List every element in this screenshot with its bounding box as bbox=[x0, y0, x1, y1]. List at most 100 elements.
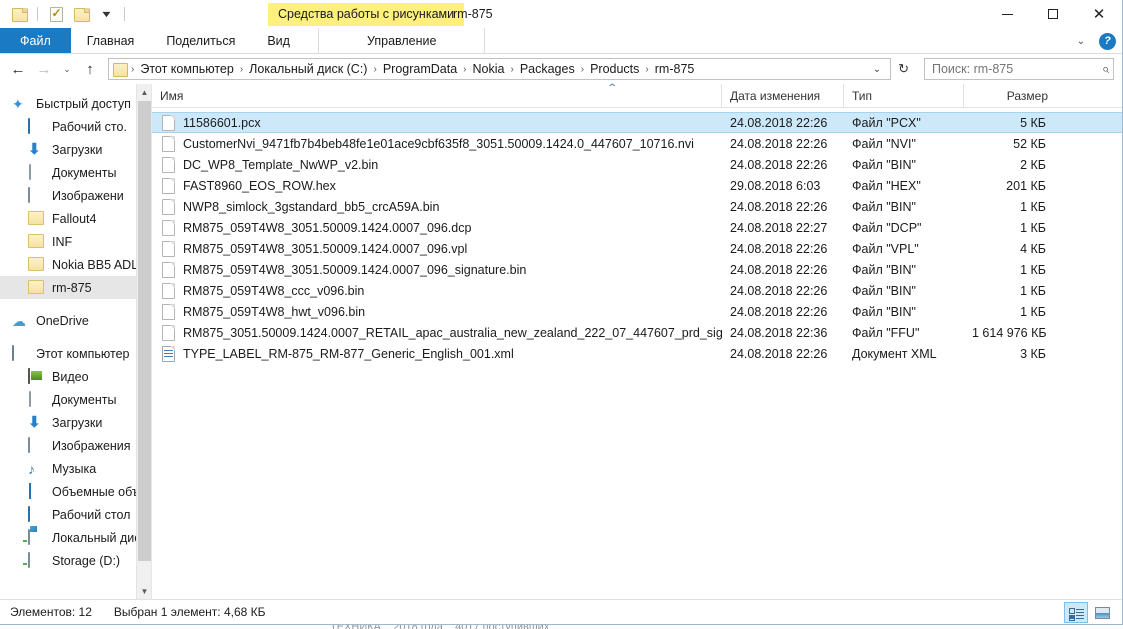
column-header-name[interactable]: Имя bbox=[152, 84, 722, 107]
qat-new-folder-button[interactable] bbox=[70, 3, 92, 25]
sidebar-item-15[interactable]: ♪ Музыка bbox=[0, 457, 151, 480]
sidebar-item-label: Быстрый доступ bbox=[36, 96, 131, 111]
sidebar-item-0[interactable]: ✦ Быстрый доступ bbox=[0, 92, 151, 115]
sidebar-item-12[interactable]: Документы bbox=[0, 388, 151, 411]
refresh-button[interactable]: ↻ bbox=[893, 61, 914, 77]
view-toggle-group bbox=[1064, 602, 1114, 623]
view-large-icons-button[interactable] bbox=[1090, 602, 1114, 623]
breadcrumb-item-0[interactable]: Этот компьютер bbox=[136, 61, 237, 77]
tab-view[interactable]: Вид bbox=[251, 28, 306, 53]
pictures-icon bbox=[28, 186, 45, 204]
column-header-size[interactable]: Размер bbox=[964, 84, 1056, 107]
scroll-up-icon[interactable]: ▲ bbox=[137, 84, 151, 100]
sidebar-item-10[interactable]: Этот компьютер bbox=[0, 342, 151, 365]
cell-size: 2 КБ bbox=[1020, 157, 1046, 172]
tab-file[interactable]: Файл bbox=[0, 28, 71, 53]
cell-type: Файл "HEX" bbox=[852, 178, 921, 193]
cell-size: 1 КБ bbox=[1020, 220, 1046, 235]
sidebar-item-9[interactable]: ☁ OneDrive bbox=[0, 309, 151, 332]
table-row[interactable]: RM875_059T4W8_3051.50009.1424.0007_096.v… bbox=[152, 238, 1122, 259]
sidebar-item-5[interactable]: Fallout4 bbox=[0, 207, 151, 230]
star-icon: ✦ bbox=[12, 95, 24, 112]
help-icon[interactable]: ? bbox=[1099, 32, 1116, 50]
document-icon bbox=[28, 163, 45, 181]
recent-locations-button[interactable]: ⌄ bbox=[58, 57, 76, 81]
sidebar-item-18[interactable]: Локальный дис bbox=[0, 526, 151, 549]
table-row[interactable]: RM875_059T4W8_3051.50009.1424.0007_096_s… bbox=[152, 259, 1122, 280]
file-name: RM875_059T4W8_ccc_v096.bin bbox=[183, 283, 365, 298]
table-row[interactable]: FAST8960_EOS_ROW.hex 29.08.2018 6:03 Файл … bbox=[152, 175, 1122, 196]
cell-name: TYPE_LABEL_RM-875_RM-877_Generic_English… bbox=[152, 345, 722, 362]
qat-folder-button[interactable] bbox=[8, 3, 30, 25]
cell-date: 24.08.2018 22:26 bbox=[730, 304, 828, 319]
sidebar-item-4[interactable]: Изображени⚲ bbox=[0, 184, 151, 207]
scroll-down-icon[interactable]: ▼ bbox=[137, 583, 151, 599]
breadcrumb-item-2[interactable]: ProgramData bbox=[379, 61, 461, 77]
file-name: RM875_059T4W8_3051.50009.1424.0007_096.v… bbox=[183, 241, 468, 256]
sidebar-item-2[interactable]: ⬇Загрузки⚲ bbox=[0, 138, 151, 161]
sidebar-item-16[interactable]: Объемные объ bbox=[0, 480, 151, 503]
table-row[interactable]: NWP8_simlock_3gstandard_bb5_crcA59A.bin 2… bbox=[152, 196, 1122, 217]
file-name: TYPE_LABEL_RM-875_RM-877_Generic_English… bbox=[183, 346, 514, 361]
qat-properties-button[interactable] bbox=[45, 3, 67, 25]
cell-date: 24.08.2018 22:26 bbox=[730, 241, 828, 256]
address-bar[interactable]: › Этот компьютер › Локальный диск (C:) ›… bbox=[108, 58, 892, 80]
generic-file-icon bbox=[162, 240, 175, 257]
sidebar-item-8[interactable]: rm-875 bbox=[0, 276, 151, 299]
sidebar-item-17[interactable]: Рабочий стол bbox=[0, 503, 151, 526]
forward-button[interactable]: → bbox=[32, 57, 56, 81]
table-row[interactable]: TYPE_LABEL_RM-875_RM-877_Generic_English… bbox=[152, 343, 1122, 364]
tab-home[interactable]: Главная bbox=[71, 28, 151, 53]
search-input[interactable] bbox=[932, 62, 1102, 76]
qat-customize-button[interactable]: ▼ bbox=[95, 3, 117, 25]
table-row[interactable]: 11586601.pcx 24.08.2018 22:26 Файл "PCX" 5 … bbox=[152, 112, 1122, 133]
table-row[interactable]: RM875_3051.50009.1424.0007_RETAIL_apac_a… bbox=[152, 322, 1122, 343]
sidebar-item-7[interactable]: Nokia BB5 ADL L bbox=[0, 253, 151, 276]
search-box[interactable]: ⌕ bbox=[924, 58, 1114, 80]
breadcrumb-item-6[interactable]: rm-875 bbox=[651, 61, 699, 77]
cell-type: Файл "DCP" bbox=[852, 220, 922, 235]
maximize-button[interactable] bbox=[1030, 0, 1076, 28]
tab-share[interactable]: Поделиться bbox=[150, 28, 251, 53]
close-button[interactable]: ✕ bbox=[1076, 0, 1122, 28]
scrollbar-thumb[interactable] bbox=[138, 101, 151, 561]
table-row[interactable]: RM875_059T4W8_hwt_v096.bin 24.08.2018 22:… bbox=[152, 301, 1122, 322]
chevron-down-icon: ▼ bbox=[99, 9, 113, 19]
file-name: DC_WP8_Template_NwWP_v2.bin bbox=[183, 157, 379, 172]
minimize-button[interactable] bbox=[984, 0, 1030, 28]
table-row[interactable]: RM875_059T4W8_ccc_v096.bin 24.08.2018 22:… bbox=[152, 280, 1122, 301]
back-button[interactable]: ← bbox=[6, 57, 30, 81]
cell-date: 24.08.2018 22:26 bbox=[730, 115, 828, 130]
search-icon[interactable]: ⌕ bbox=[1102, 61, 1109, 77]
breadcrumb-item-5[interactable]: Products bbox=[586, 61, 643, 77]
breadcrumb-item-3[interactable]: Nokia bbox=[469, 61, 509, 77]
up-button[interactable]: ↑ bbox=[78, 57, 102, 81]
sidebar-item-11[interactable]: Видео bbox=[0, 365, 151, 388]
table-row[interactable]: CustomerNvi_9471fb7b4beb48fe1e01ace9cbf6… bbox=[152, 133, 1122, 154]
sidebar-item-label: Этот компьютер bbox=[36, 346, 130, 361]
tab-manage[interactable]: Управление bbox=[319, 28, 485, 53]
sidebar-item-6[interactable]: INF bbox=[0, 230, 151, 253]
cell-type: Файл "BIN" bbox=[852, 157, 916, 172]
sidebar-item-13[interactable]: ⬇ Загрузки bbox=[0, 411, 151, 434]
column-header-type[interactable]: Тип bbox=[844, 84, 964, 107]
breadcrumb-item-4[interactable]: Packages bbox=[516, 61, 579, 77]
table-row[interactable]: RM875_059T4W8_3051.50009.1424.0007_096.d… bbox=[152, 217, 1122, 238]
sidebar-item-19[interactable]: Storage (D:) bbox=[0, 549, 151, 572]
breadcrumb-item-1[interactable]: Локальный диск (C:) bbox=[245, 61, 371, 77]
contextual-tab-title: Средства работы с рисунками bbox=[268, 3, 465, 26]
sidebar-item-3[interactable]: Документы⚲ bbox=[0, 161, 151, 184]
sidebar-item-14[interactable]: Изображения bbox=[0, 434, 151, 457]
sidebar-item-1[interactable]: Рабочий сто.⚲ bbox=[0, 115, 151, 138]
address-dropdown-icon[interactable]: ⌄ bbox=[866, 64, 888, 75]
view-details-button[interactable] bbox=[1064, 602, 1088, 623]
file-name: CustomerNvi_9471fb7b4beb48fe1e01ace9cbf6… bbox=[183, 136, 694, 151]
nav-pane-scrollbar[interactable]: ▲ ▼ bbox=[136, 84, 151, 599]
column-header-date[interactable]: Дата изменения bbox=[722, 84, 844, 107]
cell-name: DC_WP8_Template_NwWP_v2.bin bbox=[152, 156, 722, 173]
table-row[interactable]: DC_WP8_Template_NwWP_v2.bin 24.08.2018 22… bbox=[152, 154, 1122, 175]
cell-name: RM875_059T4W8_hwt_v096.bin bbox=[152, 303, 722, 320]
ribbon-collapse-button[interactable]: ⌄ bbox=[1071, 36, 1091, 47]
close-icon: ✕ bbox=[1092, 5, 1106, 23]
file-rows: 11586601.pcx 24.08.2018 22:26 Файл "PCX" 5 … bbox=[152, 108, 1122, 599]
